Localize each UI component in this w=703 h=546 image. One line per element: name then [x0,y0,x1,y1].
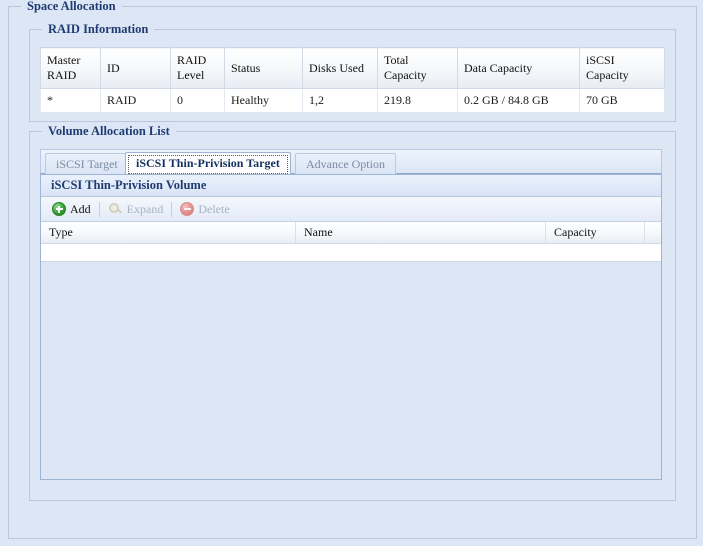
tab-label: iSCSI Target [56,156,118,171]
volume-panel-title: iSCSI Thin-Privision Volume [41,175,661,197]
space-allocation-panel: Space Allocation RAID Information Master… [8,0,697,539]
expand-button: Expand [103,201,169,218]
column-header-status: Status [224,47,303,89]
add-button-label: Add [70,201,91,216]
cell-data-capacity: 0.2 GB / 84.8 GB [457,88,580,113]
volume-list-body [41,262,661,477]
column-header-capacity[interactable]: Capacity [546,222,645,243]
cell-master-raid: * [40,88,101,113]
delete-button-label: Delete [198,201,230,216]
tab-advance-option[interactable]: Advance Option [295,153,396,174]
column-header-id: ID [100,47,171,89]
column-header-raid-level: RAID Level [170,47,225,89]
add-circle-icon [52,202,66,216]
tab-iscsi-thin-privision-target[interactable]: iSCSI Thin-Privision Target [125,152,291,174]
column-header-scroll-gutter [645,222,661,243]
expand-button-label: Expand [126,201,164,216]
tab-strip: iSCSI Target iSCSI Thin-Privision Target… [40,149,662,174]
cell-disks-used: 1,2 [302,88,378,113]
column-header-iscsi-capacity: iSCSI Capacity [579,47,665,89]
column-header-disks-used: Disks Used [302,47,378,89]
cell-total-capacity: 219.8 [377,88,458,113]
space-allocation-legend: Space Allocation [21,0,122,14]
column-header-type[interactable]: Type [41,222,296,243]
volume-list-header-row: Type Name Capacity [41,222,661,244]
column-header-master-raid: Master RAID [40,47,101,89]
cell-status: Healthy [224,88,303,113]
column-header-name[interactable]: Name [296,222,546,243]
tab-label: iSCSI Thin-Privision Target [136,156,280,170]
volume-list-empty-row [41,244,661,262]
column-header-data-capacity: Data Capacity [457,47,580,89]
delete-button: Delete [175,201,234,218]
cell-raid-level: 0 [170,88,225,113]
cell-iscsi-capacity: 70 GB [579,88,665,113]
tab-label: Advance Option [306,156,385,171]
raid-information-panel: RAID Information Master RAID ID RAID Lev… [29,22,676,122]
table-header-row: Master RAID ID RAID Level Status Disks U… [40,47,665,89]
volume-allocation-list-legend: Volume Allocation List [42,124,176,139]
raid-information-table: Master RAID ID RAID Level Status Disks U… [40,47,665,113]
column-header-total-capacity: Total Capacity [377,47,458,89]
delete-circle-icon [180,202,195,216]
cell-id: RAID [100,88,171,113]
volume-toolbar: Add Expand Delete [41,197,661,222]
tab-iscsi-target[interactable]: iSCSI Target [45,153,129,174]
toolbar-separator [98,201,100,217]
volume-allocation-list-panel: Volume Allocation List iSCSI Target iSCS… [29,124,676,501]
iscsi-thin-privision-volume-panel: iSCSI Thin-Privision Volume Add Expand D… [40,174,662,480]
add-button[interactable]: Add [47,201,96,218]
expand-magnifier-icon [108,202,123,216]
raid-information-legend: RAID Information [42,22,155,37]
toolbar-separator [171,201,173,217]
table-row[interactable]: * RAID 0 Healthy 1,2 219.8 0.2 GB / 84.8… [40,88,665,113]
